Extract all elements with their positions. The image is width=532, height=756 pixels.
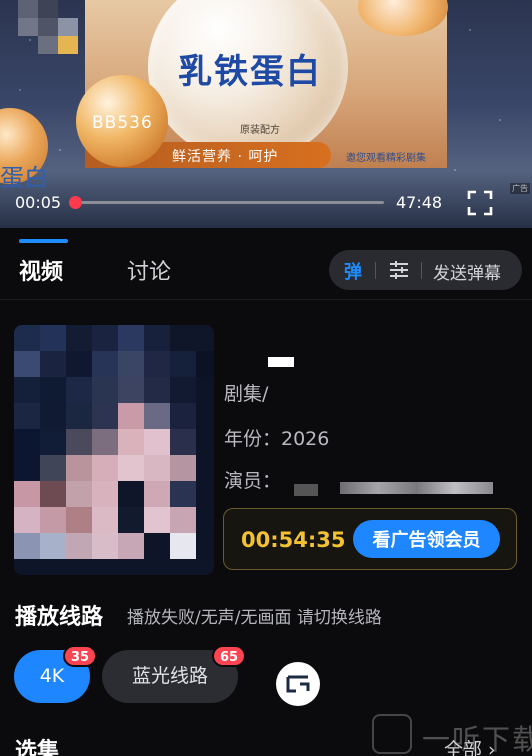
show-title-redacted bbox=[268, 357, 294, 367]
cast-redacted bbox=[294, 484, 318, 496]
send-danmaku-button[interactable]: 发送弹幕 bbox=[433, 259, 501, 284]
episodes-title: 选集 bbox=[15, 739, 60, 756]
ad-subtitle: 原装配方 bbox=[240, 125, 280, 136]
all-episodes-link[interactable]: 全部 › bbox=[444, 735, 496, 756]
member-promo-card: 00:54:35 看广告领会员 bbox=[223, 508, 517, 570]
countdown-timer: 00:54:35 bbox=[241, 528, 346, 552]
line-4k-badge: 35 bbox=[63, 645, 98, 667]
cast-redacted bbox=[340, 482, 493, 494]
current-time: 00:05 bbox=[15, 193, 62, 212]
pixelated-overlay bbox=[18, 0, 78, 56]
watch-ad-for-membership-button[interactable]: 看广告领会员 bbox=[353, 520, 500, 558]
progress-bar[interactable] bbox=[69, 196, 384, 209]
tab-discussion[interactable]: 讨论 bbox=[127, 254, 171, 286]
danmaku-toggle[interactable]: 弹 bbox=[344, 258, 362, 284]
total-time: 47:48 bbox=[396, 193, 443, 212]
year-label: 年份：2026 bbox=[224, 428, 330, 450]
genre-label: 剧集/ bbox=[224, 383, 269, 405]
tab-bar: 视频 讨论 弹 发送弹幕 bbox=[0, 234, 532, 300]
ad-edge-text: 蛋白 bbox=[0, 164, 48, 192]
ad-corner-label: 广告 bbox=[510, 183, 530, 194]
cast-icon[interactable] bbox=[276, 662, 320, 706]
divider bbox=[421, 262, 422, 279]
lines-title: 播放线路 bbox=[15, 605, 104, 630]
ad-caption: 邀您观看精彩剧集 bbox=[346, 153, 426, 164]
ad-slogan: 鲜活营养 · 呵护 bbox=[172, 149, 279, 165]
danmaku-bar: 弹 发送弹幕 bbox=[329, 250, 522, 290]
lines-hint: 播放失败/无声/无画面 请切换线路 bbox=[127, 608, 382, 628]
watermark-logo-icon bbox=[372, 714, 412, 754]
tab-indicator bbox=[19, 239, 68, 243]
tab-video[interactable]: 视频 bbox=[19, 254, 63, 286]
video-player[interactable]: 乳铁蛋白 原装配方 鲜活营养 · 呵护 邀您观看精彩剧集 BB536 蛋白 广告… bbox=[0, 0, 532, 228]
divider bbox=[375, 262, 376, 279]
line-bluray-badge: 65 bbox=[212, 645, 247, 667]
poster-image bbox=[14, 325, 214, 575]
cast-label: 演员： bbox=[224, 470, 282, 492]
ad-code: BB536 bbox=[92, 113, 153, 133]
danmaku-settings-icon[interactable] bbox=[388, 259, 410, 281]
ad-title: 乳铁蛋白 bbox=[178, 52, 322, 92]
fullscreen-icon[interactable] bbox=[467, 190, 493, 216]
